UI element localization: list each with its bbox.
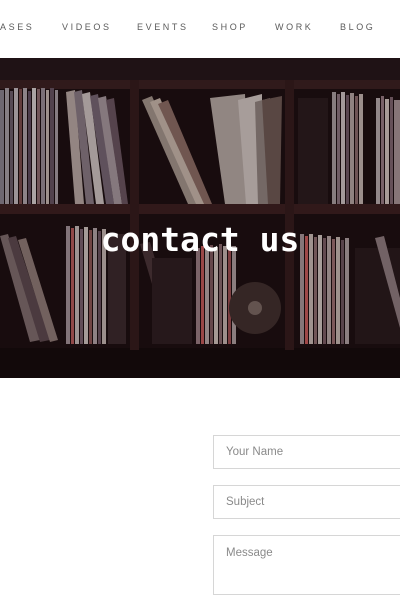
nav-link-work[interactable]: WORK xyxy=(275,22,313,32)
record-shelf-image xyxy=(0,58,400,378)
hero-banner: contact us xyxy=(0,58,400,378)
name-input[interactable] xyxy=(213,435,400,469)
nav-link-releases[interactable]: ASES xyxy=(0,22,34,32)
message-textarea[interactable] xyxy=(213,535,400,595)
nav-link-events[interactable]: EVENTS xyxy=(137,22,189,32)
page-title: contact us xyxy=(100,220,300,260)
nav-link-videos[interactable]: VIDEOS xyxy=(62,22,112,32)
top-navigation: ASES VIDEOS EVENTS SHOP WORK BLOG xyxy=(0,0,400,58)
subject-input[interactable] xyxy=(213,485,400,519)
nav-link-blog[interactable]: BLOG xyxy=(340,22,375,32)
nav-link-shop[interactable]: SHOP xyxy=(212,22,248,32)
